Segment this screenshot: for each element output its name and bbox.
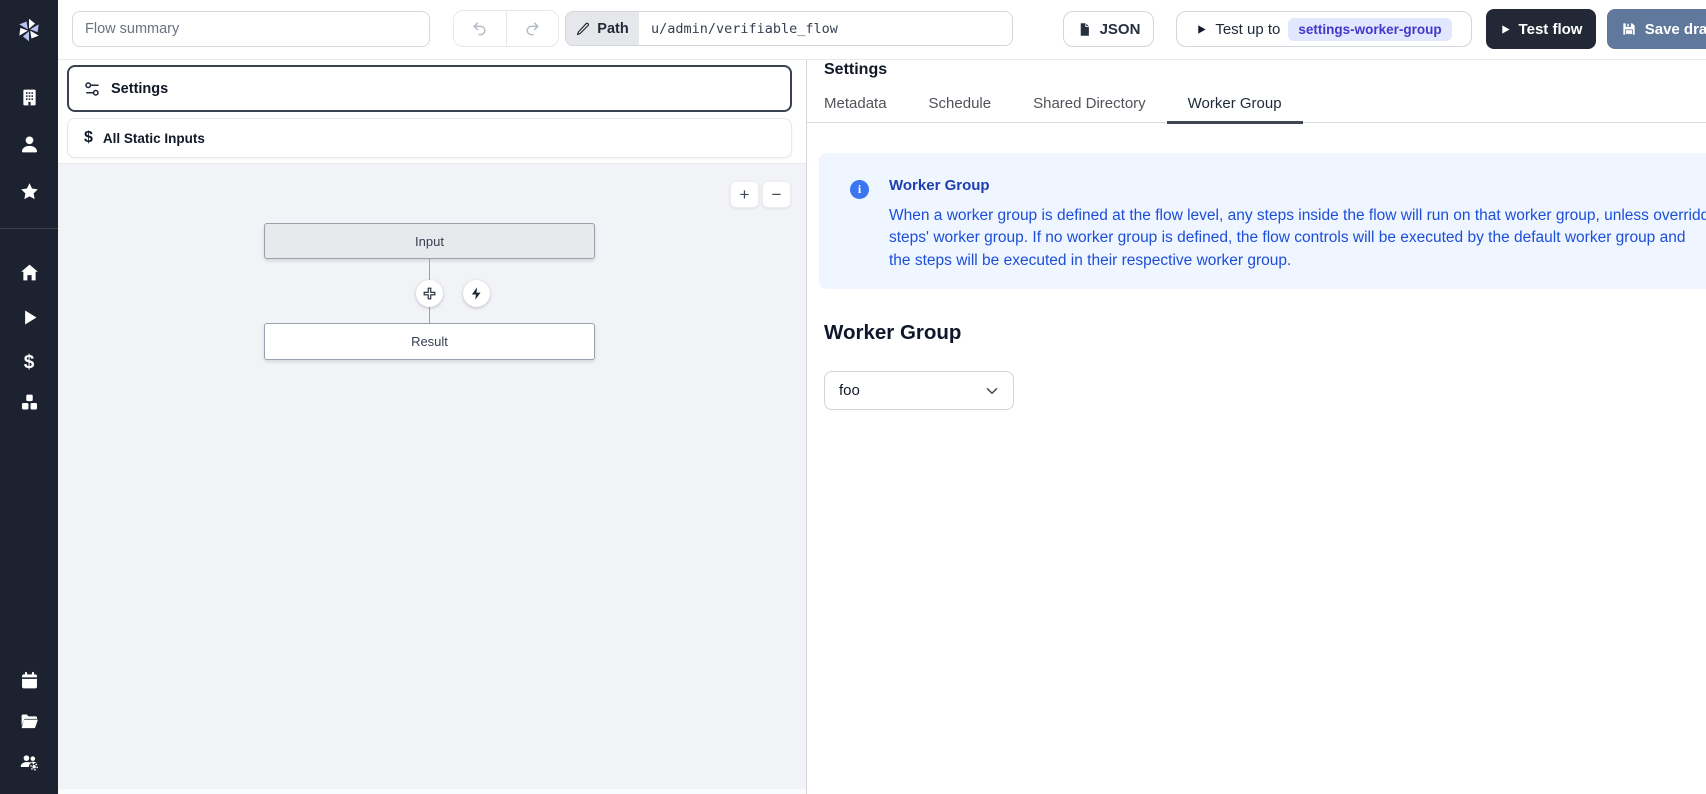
save-draft-button[interactable]: Save draft xyxy=(1607,9,1706,49)
user-icon[interactable] xyxy=(17,132,41,156)
json-button-label: JSON xyxy=(1100,21,1141,38)
sliders-icon xyxy=(83,80,101,98)
test-up-to-button[interactable]: Test up to settings-worker-group xyxy=(1176,11,1472,47)
path-edit-button[interactable]: Path xyxy=(566,12,639,45)
flow-settings-label: Settings xyxy=(111,81,168,97)
trigger-button[interactable] xyxy=(463,280,490,307)
undo-redo-group xyxy=(453,10,559,47)
flow-graph-canvas[interactable]: + − Input Result xyxy=(58,163,806,794)
redo-button[interactable] xyxy=(506,11,559,46)
plus-cross-icon xyxy=(422,286,437,301)
info-line: the steps will be executed in their resp… xyxy=(889,250,1706,272)
info-icon: i xyxy=(850,180,869,199)
topbar: Path JSON Test up to settings-worker-gro… xyxy=(58,0,1706,60)
info-box-text: When a worker group is defined at the fl… xyxy=(889,205,1706,272)
test-flow-label: Test flow xyxy=(1519,21,1583,38)
worker-group-section-title: Worker Group xyxy=(824,321,961,345)
worker-group-selected-value: foo xyxy=(839,382,860,399)
horizontal-scrollbar[interactable] xyxy=(58,789,806,794)
result-node[interactable]: Result xyxy=(264,323,595,360)
zoom-in-button[interactable]: + xyxy=(730,181,759,208)
users-gear-icon[interactable] xyxy=(17,750,41,774)
play-icon xyxy=(1196,24,1207,35)
tab-worker-group[interactable]: Worker Group xyxy=(1167,87,1303,124)
undo-icon xyxy=(471,20,488,37)
bolt-icon xyxy=(469,286,484,301)
folder-icon[interactable] xyxy=(17,709,41,733)
pencil-icon xyxy=(576,22,590,36)
path-input[interactable] xyxy=(639,12,1012,45)
settings-tabs: Metadata Schedule Shared Directory Worke… xyxy=(807,87,1706,123)
test-flow-button[interactable]: Test flow xyxy=(1486,9,1596,49)
test-up-to-step-badge: settings-worker-group xyxy=(1288,18,1451,41)
settings-panel: Settings Metadata Schedule Shared Direct… xyxy=(806,60,1706,794)
chevron-down-icon xyxy=(983,382,1001,400)
input-node[interactable]: Input xyxy=(264,223,595,259)
flow-summary-input[interactable] xyxy=(72,11,430,47)
building-icon[interactable] xyxy=(17,85,41,109)
undo-button[interactable] xyxy=(454,11,506,46)
star-icon[interactable] xyxy=(17,179,41,203)
tab-metadata[interactable]: Metadata xyxy=(824,87,908,124)
result-node-label: Result xyxy=(411,334,448,349)
add-step-button[interactable] xyxy=(416,280,443,307)
sidebar: $ xyxy=(0,0,58,794)
save-draft-label: Save draft xyxy=(1645,21,1706,38)
flow-settings-item[interactable]: Settings xyxy=(67,65,792,112)
info-line: steps' worker group. If no worker group … xyxy=(889,227,1706,249)
redo-icon xyxy=(524,20,541,37)
flow-panel: Settings $ All Static Inputs + − Input R… xyxy=(58,60,806,794)
play-icon[interactable] xyxy=(17,305,41,329)
file-json-icon xyxy=(1077,22,1092,37)
windmill-logo-icon[interactable] xyxy=(13,14,45,46)
test-up-to-label: Test up to xyxy=(1215,21,1280,38)
calendar-icon[interactable] xyxy=(17,668,41,692)
windmill-flow-editor: $ Path xyxy=(0,0,1706,794)
input-node-label: Input xyxy=(415,234,444,249)
settings-panel-title: Settings xyxy=(824,61,887,79)
path-group: Path xyxy=(565,11,1013,46)
save-icon xyxy=(1621,21,1637,37)
all-static-inputs-item[interactable]: $ All Static Inputs xyxy=(67,118,792,158)
json-button[interactable]: JSON xyxy=(1063,11,1154,47)
worker-group-select[interactable]: foo xyxy=(824,371,1014,410)
worker-group-info-box: i Worker Group When a worker group is de… xyxy=(819,153,1706,289)
dollar-icon: $ xyxy=(84,129,93,147)
play-icon xyxy=(1500,24,1511,35)
info-line: When a worker group is defined at the fl… xyxy=(889,205,1706,227)
sidebar-divider xyxy=(0,228,58,229)
boxes-icon[interactable] xyxy=(17,390,41,414)
home-icon[interactable] xyxy=(17,260,41,284)
info-box-title: Worker Group xyxy=(889,177,990,194)
tab-shared-directory[interactable]: Shared Directory xyxy=(1012,87,1167,124)
path-label: Path xyxy=(597,21,628,37)
dollar-icon[interactable]: $ xyxy=(17,350,41,374)
tab-schedule[interactable]: Schedule xyxy=(908,87,1013,124)
all-static-inputs-label: All Static Inputs xyxy=(103,131,205,146)
zoom-out-button[interactable]: − xyxy=(762,181,791,208)
